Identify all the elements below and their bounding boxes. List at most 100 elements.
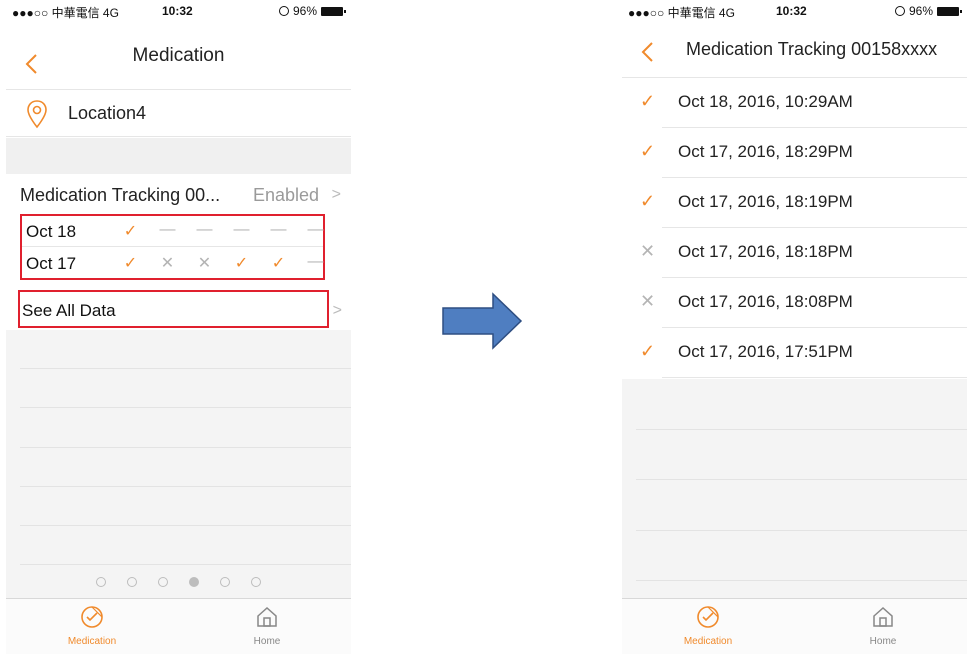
day-row: Oct 17 ✓ ✕ ✕ ✓ ✓ —	[22, 248, 324, 279]
day-label: Oct 17	[26, 254, 77, 273]
medication-icon	[697, 606, 719, 628]
divider	[636, 580, 967, 581]
medication-screen: ●●●○○ 中華電信 4G 10:32 96% Medication Locat…	[6, 0, 351, 654]
divider	[20, 407, 351, 408]
divider	[20, 486, 351, 487]
nav-bar: Medication	[6, 22, 351, 90]
chevron-right-icon: >	[331, 186, 341, 203]
divider	[636, 479, 967, 480]
tracking-label: Medication Tracking 00...	[20, 185, 221, 205]
day-label: Oct 18	[26, 222, 77, 241]
record-timestamp: Oct 17, 2016, 18:19PM	[678, 192, 853, 211]
record-row[interactable]: ✓ Oct 18, 2016, 10:29AM	[622, 78, 967, 128]
tab-label: Home	[253, 636, 281, 647]
tab-bar: Medication Home	[622, 598, 967, 654]
page-dot[interactable]	[96, 577, 106, 587]
divider	[20, 447, 351, 448]
page-dot[interactable]	[220, 577, 230, 587]
cross-icon: ✕	[197, 255, 212, 272]
dash-icon: —	[196, 221, 213, 238]
page-title: Medication Tracking 00158xxxx	[686, 39, 938, 59]
battery-percent: 96%	[908, 4, 933, 18]
page-dot[interactable]	[251, 577, 261, 587]
rotation-lock-icon	[278, 6, 289, 16]
page-dot[interactable]	[189, 577, 199, 587]
empty-list-area	[6, 330, 351, 598]
cross-icon: ✕	[160, 255, 175, 272]
record-timestamp: Oct 17, 2016, 17:51PM	[678, 342, 853, 361]
tab-label: Medication	[683, 636, 733, 647]
see-all-data-label: See All Data	[22, 301, 116, 320]
record-row[interactable]: ✓ Oct 17, 2016, 17:51PM	[622, 328, 967, 378]
dash-icon: —	[307, 253, 324, 270]
rotation-lock-icon	[894, 6, 905, 16]
battery-icon	[321, 6, 346, 16]
empty-list-area	[622, 379, 967, 598]
record-timestamp: Oct 17, 2016, 18:18PM	[678, 242, 853, 261]
battery-indicator: 96%	[278, 4, 346, 18]
location-row[interactable]: Location4	[6, 91, 351, 137]
record-timestamp: Oct 18, 2016, 10:29AM	[678, 92, 853, 111]
check-icon: ✓	[640, 91, 656, 111]
record-timestamp: Oct 17, 2016, 18:29PM	[678, 142, 853, 161]
dash-icon: —	[233, 221, 250, 238]
cross-icon: ✕	[640, 291, 656, 311]
carrier-label: ●●●○○ 中華電信 4G	[628, 6, 735, 20]
location-pin-icon	[27, 100, 47, 129]
home-icon	[257, 606, 277, 627]
tab-home[interactable]: Home	[833, 605, 933, 647]
carrier-label: ●●●○○ 中華電信 4G	[12, 6, 119, 20]
check-icon: ✓	[271, 255, 286, 272]
page-title: Medication	[132, 44, 225, 66]
dash-icon: —	[307, 221, 324, 238]
tab-bar: Medication Home	[6, 598, 351, 654]
divider	[20, 525, 351, 526]
medication-tracking-row[interactable]: Medication Tracking 00... Enabled >	[6, 174, 351, 214]
check-icon: ✓	[123, 255, 138, 272]
back-chevron-icon[interactable]	[22, 52, 42, 76]
page-indicator[interactable]	[6, 577, 351, 587]
check-icon: ✓	[123, 223, 138, 240]
page-dot[interactable]	[127, 577, 137, 587]
clock: 10:32	[776, 4, 807, 18]
tab-label: Home	[869, 636, 897, 647]
battery-icon	[937, 6, 962, 16]
dash-icon: —	[159, 221, 176, 238]
divider	[20, 564, 351, 565]
record-row[interactable]: ✓ Oct 17, 2016, 18:29PM	[622, 128, 967, 178]
check-icon: ✓	[640, 341, 656, 361]
tab-medication[interactable]: Medication	[658, 605, 758, 647]
tab-medication[interactable]: Medication	[42, 605, 142, 647]
cross-icon: ✕	[640, 241, 656, 261]
record-timestamp: Oct 17, 2016, 18:08PM	[678, 292, 853, 311]
divider	[20, 368, 351, 369]
divider	[662, 377, 967, 378]
check-icon: ✓	[640, 191, 656, 211]
tracking-status: Enabled	[252, 185, 319, 205]
see-all-data-button[interactable]: See All Data >	[18, 290, 342, 328]
day-row: Oct 18 ✓ — — — — —	[22, 216, 324, 247]
status-bar: ●●●○○ 中華電信 4G 10:32 96%	[6, 0, 351, 20]
check-icon: ✓	[640, 141, 656, 161]
battery-indicator: 96%	[894, 4, 962, 18]
check-icon: ✓	[234, 255, 249, 272]
chevron-right-icon: >	[332, 302, 342, 319]
divider	[636, 429, 967, 430]
nav-bar: Medication Tracking 00158xxxx	[622, 22, 967, 78]
battery-percent: 96%	[292, 4, 317, 18]
dose-marks: ✓ — — — — —	[112, 221, 334, 241]
record-row[interactable]: ✕ Oct 17, 2016, 18:18PM	[622, 228, 967, 278]
status-bar: ●●●○○ 中華電信 4G 10:32 96%	[622, 0, 967, 20]
medication-icon	[81, 606, 103, 628]
record-row[interactable]: ✓ Oct 17, 2016, 18:19PM	[622, 178, 967, 228]
clock: 10:32	[162, 4, 193, 18]
record-row[interactable]: ✕ Oct 17, 2016, 18:08PM	[622, 278, 967, 328]
tab-label: Medication	[67, 636, 117, 647]
back-chevron-icon[interactable]	[638, 40, 658, 64]
daily-summary-highlight: Oct 18 ✓ — — — — — Oct 17 ✓ ✕ ✕ ✓ ✓ —	[20, 214, 325, 280]
page-dot[interactable]	[158, 577, 168, 587]
tracking-history-screen: ●●●○○ 中華電信 4G 10:32 96% Medication Track…	[622, 0, 967, 654]
dose-marks: ✓ ✕ ✕ ✓ ✓ —	[112, 253, 334, 273]
dash-icon: —	[270, 221, 287, 238]
tab-home[interactable]: Home	[217, 605, 317, 647]
